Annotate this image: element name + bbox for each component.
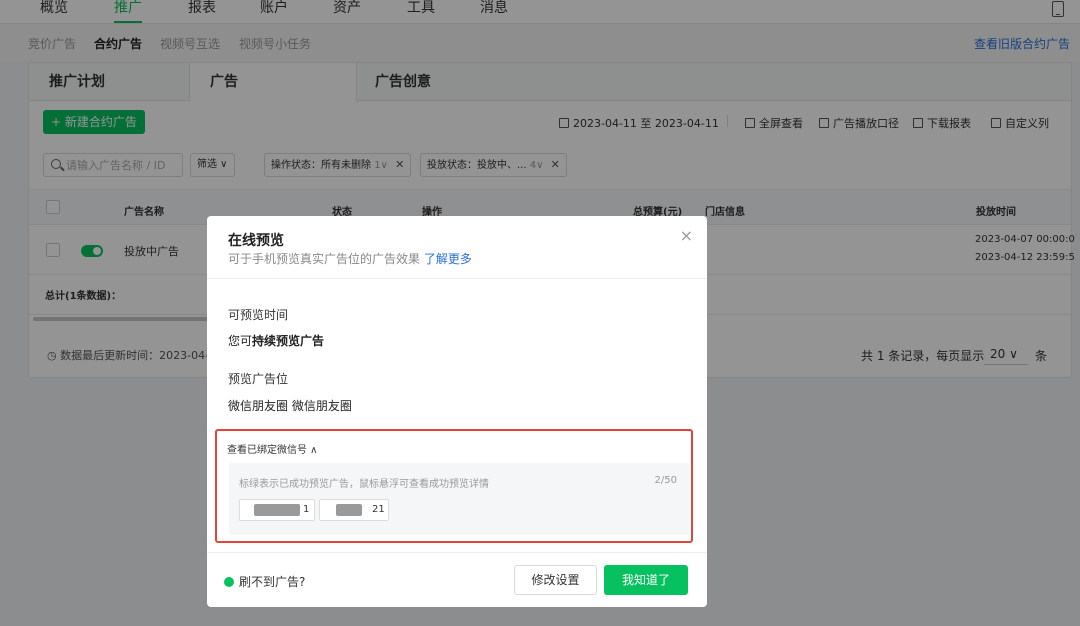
online-preview-modal: 在线预览 可于手机预览真实广告位的广告效果 了解更多 × 可预览时间 您可持续预… <box>207 216 707 607</box>
modal-subtitle: 可于手机预览真实广告位的广告效果 了解更多 <box>228 250 472 267</box>
placement-value: 微信朋友圈 微信朋友圈 <box>228 399 352 413</box>
preview-time-value: 您可持续预览广告 <box>228 332 324 349</box>
redacted-block <box>254 504 300 516</box>
close-icon[interactable]: × <box>680 226 693 245</box>
modal-divider <box>207 278 707 279</box>
bound-wechat-panel: 标绿表示已成功预览广告，鼠标悬浮可查看成功预览详情 2/50 1 21 <box>229 463 689 535</box>
bound-count: 2/50 <box>654 475 677 486</box>
bound-wechat-section: 查看已绑定微信号 ∧ 标绿表示已成功预览广告，鼠标悬浮可查看成功预览详情 2/5… <box>215 429 693 543</box>
no-ad-help[interactable]: 刷不到广告? <box>224 573 305 590</box>
wechat-id-chip[interactable]: 1 <box>239 499 315 521</box>
wechat-id-tail: 21 <box>372 504 385 515</box>
no-ad-help-text: 刷不到广告? <box>239 575 306 589</box>
redacted-block <box>336 504 362 516</box>
modal-title: 在线预览 <box>228 233 284 249</box>
modal-subtitle-text: 可于手机预览真实广告位的广告效果 <box>228 252 421 266</box>
preview-time-bold: 持续预览广告 <box>252 334 325 348</box>
got-it-button[interactable]: 我知道了 <box>604 565 688 595</box>
help-icon <box>224 576 234 587</box>
wechat-id-chip[interactable]: 21 <box>319 499 389 521</box>
wechat-id-tail: 1 <box>303 504 310 515</box>
bound-wechat-toggle[interactable]: 查看已绑定微信号 ∧ <box>227 441 318 456</box>
modify-settings-button[interactable]: 修改设置 <box>514 565 597 595</box>
bound-hint: 标绿表示已成功预览广告，鼠标悬浮可查看成功预览详情 <box>239 479 489 490</box>
preview-time-label: 可预览时间 <box>228 308 289 322</box>
modal-footer-divider <box>207 552 707 553</box>
placement-label: 预览广告位 <box>228 372 289 386</box>
preview-time-prefix: 您可 <box>228 334 253 348</box>
learn-more-link[interactable]: 了解更多 <box>424 252 472 266</box>
